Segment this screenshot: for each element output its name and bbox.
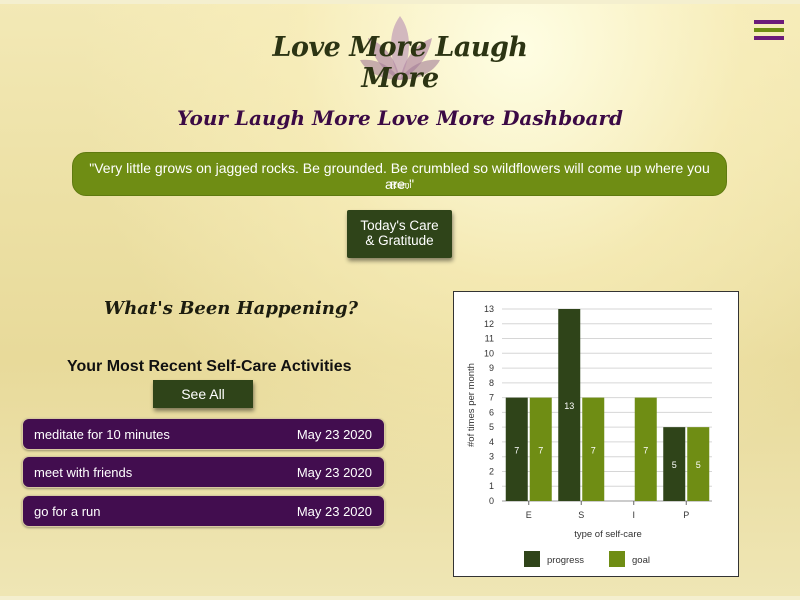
legend-label: goal [632,555,650,566]
care-button-line1: Today's Care [360,218,439,233]
logo-title: Love More Laugh More [272,32,528,94]
bar-data-label: 7 [514,445,519,455]
bar-data-label: 5 [696,460,701,470]
menu-bar [754,28,784,32]
recent-activities-title: Your Most Recent Self-Care Activities [67,358,352,375]
logo: Love More Laugh More [240,10,560,94]
y-tick-label: 12 [484,319,494,329]
bar-data-label: 5 [672,460,677,470]
x-axis-title: type of self-care [574,529,642,540]
activity-date: May 23 2020 [296,504,372,519]
bar-data-label: 7 [643,445,648,455]
bar-data-label: 13 [564,401,574,411]
legend-label: progress [547,555,584,566]
activity-name: go for a run [34,504,101,519]
x-tick-label: I [632,510,635,520]
y-tick-label: 4 [489,437,494,447]
x-tick-label: P [683,510,689,520]
legend-swatch [524,551,540,567]
y-tick-label: 7 [489,393,494,403]
y-tick-label: 8 [489,378,494,388]
care-button-line2: & Gratitude [365,233,434,248]
bar-data-label: 7 [538,445,543,455]
self-care-chart: 0 1 2 3 4 5 6 7 8 9 10 11 12 13 E 7 7 S 13 7 I 7 P 5 5 type of se… [453,291,739,577]
activity-name: meet with friends [34,465,133,480]
y-tick-label: 2 [489,466,494,476]
hamburger-menu-icon[interactable] [754,20,784,42]
y-tick-label: 11 [485,334,494,344]
quote-author: -Rumi [387,180,412,190]
y-axis-title: #of times per month [466,363,477,447]
bar-data-label: 7 [591,445,596,455]
y-tick-label: 13 [484,304,494,314]
menu-bar [754,36,784,40]
x-tick-label: S [578,510,584,520]
dashboard-title: Your Laugh More Love More Dashboard [177,106,623,130]
activity-item[interactable]: go for a run May 23 2020 [22,495,385,527]
activity-item[interactable]: meditate for 10 minutes May 23 2020 [22,418,385,450]
bar-chart-svg: 012345678910111213E7 7S137I7P5 5type of se… [466,304,712,567]
see-all-button[interactable]: See All [153,380,253,408]
activity-date: May 23 2020 [296,427,372,442]
y-tick-label: 10 [484,348,494,358]
y-tick-label: 0 [489,496,494,506]
y-tick-label: 1 [489,481,494,491]
y-tick-label: 3 [489,452,494,462]
y-tick-label: 6 [489,407,494,417]
quote-banner: "Very little grows on jagged rocks. Be g… [72,152,727,196]
y-tick-label: 9 [489,363,494,373]
y-tick-label: 5 [489,422,494,432]
happening-title: What's Been Happening? [104,298,359,319]
activity-date: May 23 2020 [296,465,372,480]
activity-name: meditate for 10 minutes [34,427,170,442]
x-tick-label: E [526,510,532,520]
todays-care-button[interactable]: Today's Care & Gratitude [347,210,452,258]
legend-swatch [609,551,625,567]
menu-bar [754,20,784,24]
activity-item[interactable]: meet with friends May 23 2020 [22,456,385,488]
